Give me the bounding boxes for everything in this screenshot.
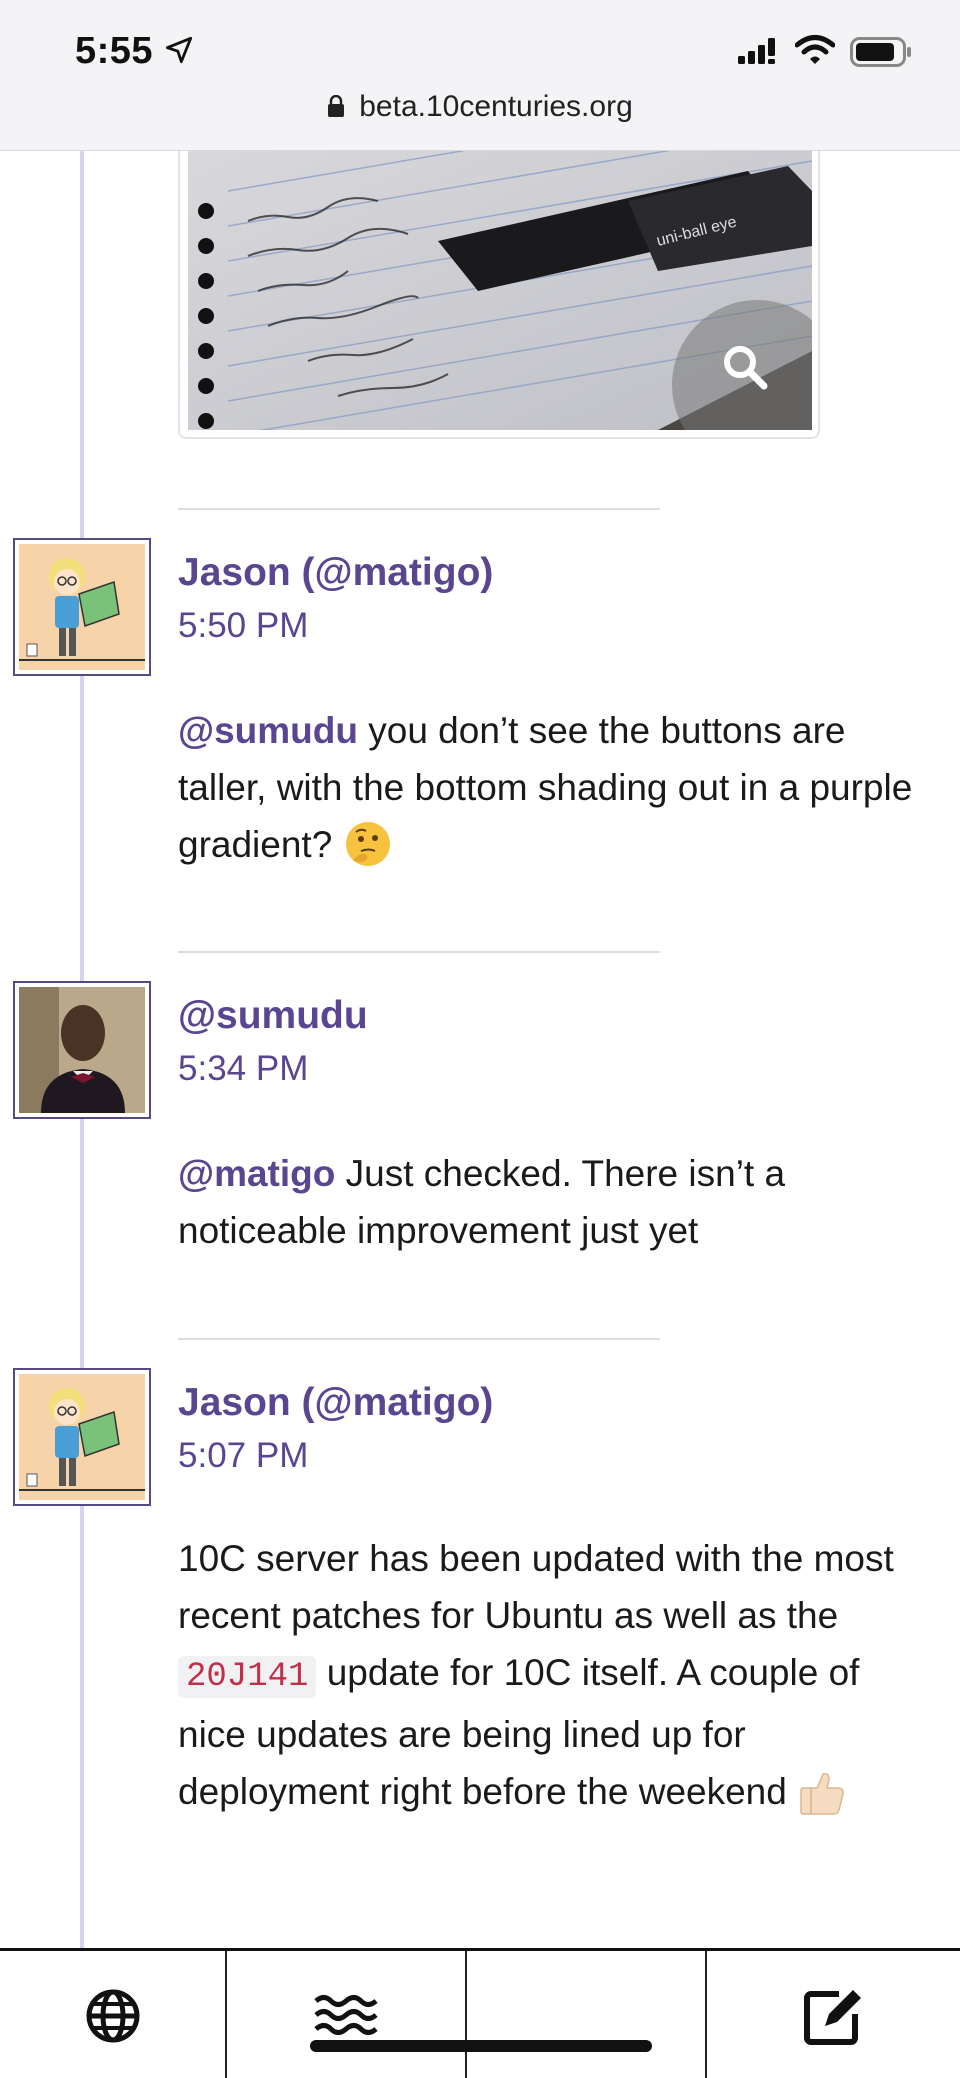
post-image-card[interactable]: uni-ball eye [178, 151, 820, 439]
post-author[interactable]: Jason (@matigo) [178, 1381, 493, 1425]
toolbar-blank-button[interactable] [467, 1951, 705, 2078]
post-divider [178, 1338, 660, 1340]
status-time: 5:55 [75, 30, 154, 72]
toolbar-compose-button[interactable] [707, 1951, 960, 2078]
post-text: 10C server has been updated with the mos… [178, 1538, 894, 1636]
battery-icon [850, 37, 911, 67]
avatar-matigo[interactable] [13, 538, 151, 676]
wifi-icon [795, 35, 835, 64]
post-divider [178, 508, 660, 510]
stream-waves-icon [314, 1995, 378, 2035]
avatar-matigo[interactable] [13, 1368, 151, 1506]
compose-icon [803, 1990, 861, 2045]
post-body: 10C server has been updated with the mos… [178, 1530, 918, 1820]
thinking-face-icon [345, 822, 390, 866]
notebook-photo[interactable]: uni-ball eye [188, 151, 812, 430]
avatar-sumudu[interactable] [13, 981, 151, 1119]
toolbar-globe-button[interactable] [0, 1951, 225, 2078]
photo-avatar-image [19, 987, 145, 1113]
globe-icon [86, 1989, 139, 2043]
post-author[interactable]: @sumudu [178, 994, 368, 1038]
cellular-signal-icon [738, 38, 775, 64]
cartoon-avatar-image [19, 1374, 145, 1500]
mention-link[interactable]: @matigo [178, 1153, 335, 1194]
post-timestamp[interactable]: 5:07 PM [178, 1436, 308, 1476]
location-arrow-icon [165, 36, 193, 64]
toolbar-stream-button[interactable] [227, 1951, 465, 2078]
bottom-toolbar [0, 1948, 960, 2078]
browser-top-bar: 5:55 beta.10centuries.org [0, 0, 960, 151]
cartoon-avatar-image [19, 544, 145, 670]
thumbs-up-icon [800, 1772, 845, 1815]
post-divider [178, 951, 660, 953]
url-text: beta.10centuries.org [359, 90, 633, 123]
magnifier-icon [724, 346, 768, 390]
post-timestamp[interactable]: 5:34 PM [178, 1049, 308, 1089]
home-indicator [310, 2040, 652, 2052]
post-body: @sumudu you don’t see the buttons are ta… [178, 702, 918, 873]
mention-link[interactable]: @sumudu [178, 710, 358, 751]
inline-code: 20J141 [178, 1656, 317, 1698]
post-timestamp[interactable]: 5:50 PM [178, 606, 308, 646]
lock-icon [328, 95, 345, 117]
address-bar[interactable]: beta.10centuries.org [0, 90, 960, 124]
post-author[interactable]: Jason (@matigo) [178, 551, 493, 595]
post-body: @matigo Just checked. There isn’t a noti… [178, 1145, 918, 1259]
